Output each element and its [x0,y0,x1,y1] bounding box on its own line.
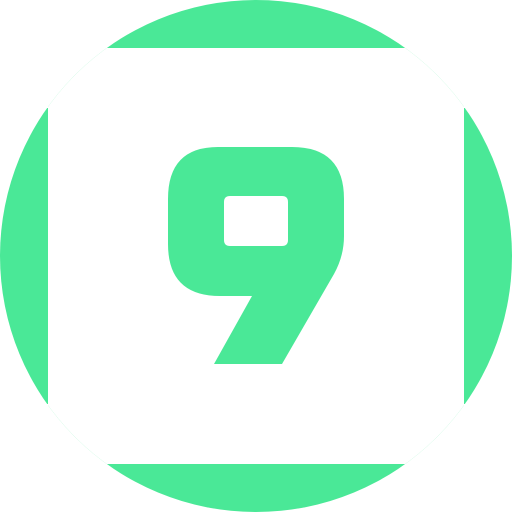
number-nine-icon: 9 [0,0,512,512]
icon-canvas: 9 [0,0,512,512]
